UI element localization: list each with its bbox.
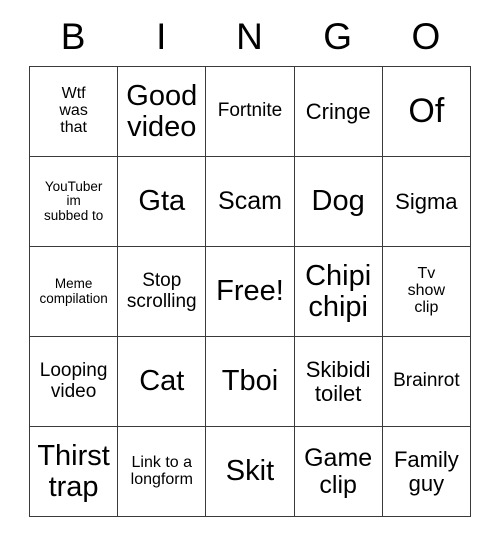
bingo-cell[interactable]: Scam	[205, 156, 295, 247]
bingo-cell[interactable]: Cringe	[293, 66, 383, 157]
bingo-cell-free[interactable]: Free!	[205, 246, 295, 337]
bingo-cell-label: Chipi chipi	[305, 259, 372, 323]
bingo-cell-label: Tboi	[221, 365, 279, 398]
bingo-row: YouTuber im subbed to Gta Scam Dog Sigma	[28, 156, 471, 247]
bingo-cell[interactable]: Gta	[117, 156, 207, 247]
bingo-header-letter-g: G	[323, 15, 353, 57]
bingo-cell-label: Looping video	[39, 360, 108, 402]
bingo-cell-label: Brainrot	[393, 370, 460, 392]
bingo-cell[interactable]: Family guy	[381, 426, 471, 517]
bingo-cell-label: Tv show clip	[407, 265, 446, 316]
bingo-cell-label: Family guy	[393, 447, 459, 496]
bingo-cell[interactable]: Dog	[293, 156, 383, 247]
bingo-card: B I N G O Wtf was that Good video Fortni…	[28, 0, 471, 517]
bingo-cell-label: Good video	[126, 79, 198, 143]
bingo-cell-label: Stop scrolling	[126, 270, 197, 312]
bingo-cell-label: Meme compilation	[39, 276, 108, 306]
bingo-cell-label: Fortnite	[217, 100, 283, 122]
bingo-cell-label: Gta	[138, 185, 186, 218]
bingo-cell[interactable]: Of	[381, 66, 471, 157]
bingo-cell-label: Link to a longform	[130, 453, 193, 488]
bingo-cell-label: Wtf was that	[59, 85, 88, 136]
bingo-cell[interactable]: Skibidi toilet	[293, 336, 383, 427]
bingo-cell[interactable]: Looping video	[28, 336, 119, 427]
bingo-cell[interactable]: Thirst trap	[28, 426, 119, 517]
bingo-cell[interactable]: Tv show clip	[381, 246, 471, 337]
bingo-row: Thirst trap Link to a longform Skit Game…	[28, 426, 471, 517]
bingo-cell[interactable]: YouTuber im subbed to	[28, 156, 119, 247]
bingo-cell[interactable]: Meme compilation	[28, 246, 119, 337]
bingo-cell-label: Free!	[216, 275, 284, 308]
bingo-header-letter-o: O	[411, 15, 441, 57]
bingo-cell[interactable]: Sigma	[381, 156, 471, 247]
bingo-cell[interactable]: Chipi chipi	[293, 246, 383, 337]
bingo-cell[interactable]: Brainrot	[381, 336, 471, 427]
bingo-header-row: B I N G O	[29, 0, 470, 66]
bingo-cell-label: Thirst trap	[37, 439, 110, 503]
bingo-header-letter-n: N	[236, 15, 263, 57]
bingo-row: Meme compilation Stop scrolling Free! Ch…	[28, 246, 471, 337]
bingo-cell[interactable]: Tboi	[205, 336, 295, 427]
bingo-cell[interactable]: Fortnite	[205, 66, 295, 157]
bingo-header-letter-i: I	[156, 15, 167, 57]
bingo-header-letter-b: B	[60, 15, 86, 57]
bingo-cell-label: Scam	[218, 187, 282, 216]
bingo-cell-label: Dog	[311, 185, 365, 218]
bingo-cell[interactable]: Stop scrolling	[117, 246, 207, 337]
bingo-cell-label: Of	[408, 92, 445, 131]
bingo-cell[interactable]: Good video	[117, 66, 207, 157]
bingo-cell[interactable]: Cat	[117, 336, 207, 427]
bingo-cell-label: YouTuber im subbed to	[43, 179, 104, 223]
bingo-cell[interactable]: Skit	[205, 426, 295, 517]
bingo-row: Looping video Cat Tboi Skibidi toilet Br…	[28, 336, 471, 427]
bingo-grid: Wtf was that Good video Fortnite Cringe …	[28, 66, 471, 517]
bingo-row: Wtf was that Good video Fortnite Cringe …	[28, 66, 471, 157]
bingo-cell-label: Game clip	[304, 444, 373, 499]
bingo-cell[interactable]: Wtf was that	[28, 66, 119, 157]
bingo-cell[interactable]: Game clip	[293, 426, 383, 517]
bingo-cell-label: Skibidi toilet	[305, 357, 371, 406]
bingo-cell-label: Skit	[225, 455, 275, 488]
bingo-cell[interactable]: Link to a longform	[117, 426, 207, 517]
bingo-cell-label: Cringe	[305, 98, 371, 124]
bingo-cell-label: Sigma	[395, 188, 458, 214]
bingo-cell-label: Cat	[139, 365, 185, 398]
